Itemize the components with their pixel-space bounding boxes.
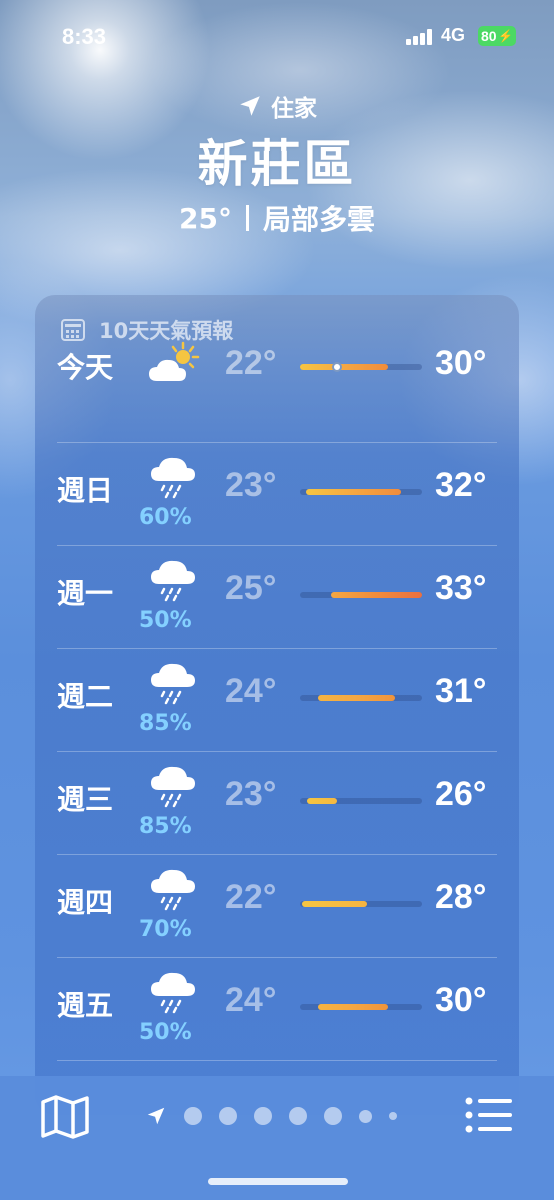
precipitation-chance: 50% xyxy=(139,608,192,633)
ten-day-forecast-card[interactable]: 10天天氣預報 今天 22° 30° 週日 60% 23° 32° 週一 50% 25° 33° 週二… xyxy=(35,295,519,1115)
network-type: 4G xyxy=(441,25,466,45)
temperature-range-fill xyxy=(318,695,396,701)
temperature-range-bar xyxy=(300,798,422,804)
low-temperature: 22° xyxy=(225,878,277,916)
forecast-row[interactable]: 今天 22° 30° xyxy=(35,341,519,443)
page-indicator[interactable] xyxy=(145,1104,397,1128)
low-temperature: 23° xyxy=(225,775,277,813)
rain-icon xyxy=(147,661,201,705)
precipitation-chance: 60% xyxy=(139,505,192,530)
page-dot[interactable] xyxy=(254,1107,272,1125)
forecast-row[interactable]: 週三 85% 23° 26° xyxy=(35,752,519,855)
precipitation-chance: 85% xyxy=(139,711,192,736)
home-indicator[interactable] xyxy=(208,1178,348,1185)
high-temperature: 31° xyxy=(435,672,487,710)
forecast-row[interactable]: 週一 50% 25° 33° xyxy=(35,546,519,649)
forecast-day: 週三 xyxy=(57,783,114,816)
forecast-row[interactable]: 週四 70% 22° 28° xyxy=(35,855,519,958)
precipitation-chance: 70% xyxy=(139,917,192,942)
precipitation-chance: 85% xyxy=(139,814,192,839)
precipitation-chance: 50% xyxy=(139,1020,192,1045)
battery-level: 80 xyxy=(481,28,497,44)
current-temperature: 25° xyxy=(179,201,232,235)
battery-icon: 80 ⚡ xyxy=(478,26,516,46)
high-temperature: 32° xyxy=(435,466,487,504)
map-icon[interactable] xyxy=(40,1094,90,1140)
divider xyxy=(245,205,249,231)
location-row: 住家 xyxy=(0,88,554,124)
forecast-row[interactable]: 週日 60% 23° 32° xyxy=(35,443,519,546)
low-temperature: 25° xyxy=(225,569,277,607)
low-temperature: 22° xyxy=(225,344,277,382)
calendar-icon xyxy=(61,319,85,341)
high-temperature: 30° xyxy=(435,981,487,1019)
page-dot[interactable] xyxy=(219,1107,237,1125)
page-dot[interactable] xyxy=(359,1109,372,1123)
page-dot[interactable] xyxy=(184,1107,202,1125)
temperature-range-bar xyxy=(300,489,422,495)
location-arrow-icon xyxy=(240,96,260,116)
forecast-day: 今天 xyxy=(57,351,114,384)
signal-icon xyxy=(406,29,434,45)
list-icon[interactable] xyxy=(464,1096,514,1134)
current-conditions: 25° 局部多雲 xyxy=(0,198,554,238)
rain-icon xyxy=(147,970,201,1014)
forecast-row[interactable]: 週五 50% 24° 30° xyxy=(35,958,519,1061)
forecast-row[interactable]: 週二 85% 24° 31° xyxy=(35,649,519,752)
high-temperature: 33° xyxy=(435,569,487,607)
forecast-day: 週四 xyxy=(57,886,114,919)
low-temperature: 24° xyxy=(225,981,277,1019)
forecast-day: 週一 xyxy=(57,577,114,610)
temperature-range-fill xyxy=(306,489,402,495)
current-temperature-dot xyxy=(331,362,342,372)
rain-icon xyxy=(147,867,201,911)
temperature-range-bar xyxy=(300,901,422,907)
current-location-page-icon[interactable] xyxy=(145,1105,167,1127)
temperature-range-bar xyxy=(300,695,422,701)
forecast-list: 今天 22° 30° 週日 60% 23° 32° 週一 50% 25° 33° 週二 85% 24° 31… xyxy=(35,341,519,1115)
page-dot[interactable] xyxy=(389,1112,397,1120)
rain-icon xyxy=(147,455,201,499)
forecast-day: 週五 xyxy=(57,989,114,1022)
partly-cloudy-icon xyxy=(147,341,201,385)
low-temperature: 24° xyxy=(225,672,277,710)
temperature-range-fill xyxy=(318,1004,388,1010)
high-temperature: 30° xyxy=(435,344,487,382)
status-bar: 8:33 4G 80 ⚡ xyxy=(0,22,554,52)
temperature-range-bar xyxy=(300,592,422,598)
temperature-range-fill xyxy=(300,364,388,370)
location-header: 住家 新莊區 25° 局部多雲 xyxy=(0,88,554,238)
current-condition: 局部多雲 xyxy=(262,203,375,236)
forecast-day: 週日 xyxy=(57,474,114,507)
high-temperature: 26° xyxy=(435,775,487,813)
high-temperature: 28° xyxy=(435,878,487,916)
temperature-range-fill xyxy=(330,592,422,598)
page-dot[interactable] xyxy=(324,1107,342,1125)
forecast-day: 週二 xyxy=(57,680,114,713)
charging-bolt-icon: ⚡ xyxy=(498,29,513,43)
page-dot[interactable] xyxy=(289,1107,307,1125)
temperature-range-fill xyxy=(307,798,337,804)
status-time: 8:33 xyxy=(62,24,107,49)
low-temperature: 23° xyxy=(225,466,277,504)
city-name: 新莊區 xyxy=(197,135,357,193)
temperature-range-bar xyxy=(300,362,422,372)
rain-icon xyxy=(147,764,201,808)
temperature-range-bar xyxy=(300,1004,422,1010)
temperature-range-fill xyxy=(302,901,368,907)
location-label: 住家 xyxy=(271,96,317,122)
rain-icon xyxy=(147,558,201,602)
